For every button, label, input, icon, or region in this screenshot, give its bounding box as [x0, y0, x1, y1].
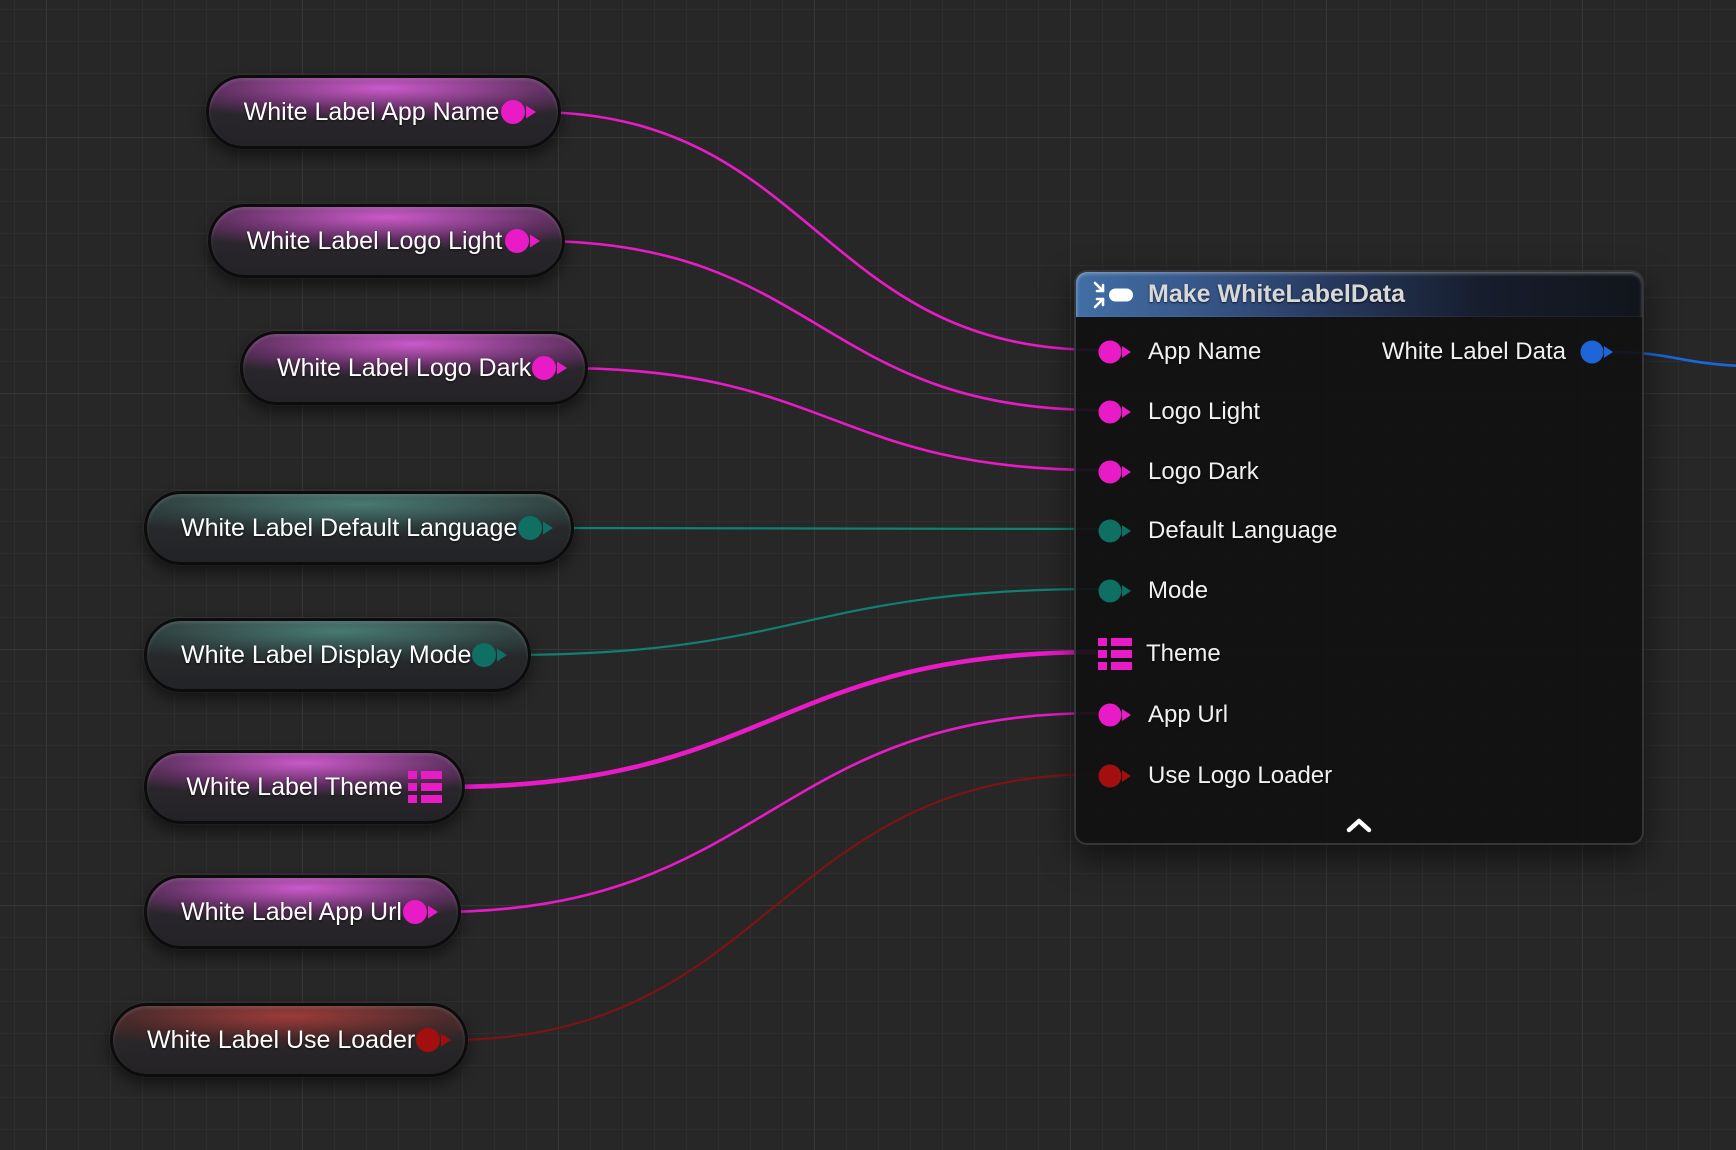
getter-node-white-label-logo-dark[interactable]: White Label Logo Dark — [240, 331, 588, 405]
string-input-pin[interactable] — [1098, 399, 1134, 425]
getter-node-white-label-app-url[interactable]: White Label App Url — [144, 875, 461, 949]
enum-output-pin[interactable] — [517, 515, 555, 541]
input-row-app-url: App Url — [1098, 701, 1228, 729]
wire-logo-light[interactable] — [537, 241, 1100, 410]
getter-label: White Label Display Mode — [181, 641, 471, 670]
make-struct-icon — [1092, 280, 1136, 310]
getter-node-white-label-app-name[interactable]: White Label App Name — [206, 75, 561, 149]
struct-output-pin[interactable] — [408, 771, 442, 803]
getter-label: White Label App Url — [181, 898, 402, 927]
string-input-pin[interactable] — [1098, 339, 1134, 365]
string-input-pin[interactable] — [1098, 702, 1134, 728]
input-row-mode: Mode — [1098, 577, 1208, 605]
getter-node-white-label-logo-light[interactable]: White Label Logo Light — [208, 204, 565, 278]
enum-output-pin[interactable] — [471, 642, 509, 668]
wire-app-url[interactable] — [436, 713, 1100, 912]
input-row-logo-dark: Logo Dark — [1098, 458, 1259, 486]
getter-label: White Label App Name — [243, 98, 500, 127]
blueprint-graph-canvas[interactable]: White Label App Name White Label Logo Li… — [0, 0, 1736, 1150]
input-row-app-name: App Name — [1098, 338, 1261, 366]
getter-label: White Label Use Loader — [147, 1026, 415, 1055]
output-row-white-label-data: White Label Data — [1382, 338, 1616, 366]
struct-input-pin[interactable] — [1098, 638, 1132, 670]
getter-label: White Label Logo Light — [245, 227, 504, 256]
collapse-node-button[interactable] — [1346, 818, 1372, 836]
wire-logo-dark[interactable] — [561, 368, 1100, 470]
input-row-use-logo-loader: Use Logo Loader — [1098, 762, 1332, 790]
enum-input-pin[interactable] — [1098, 518, 1134, 544]
getter-node-white-label-default-language[interactable]: White Label Default Language — [144, 491, 574, 565]
getter-node-white-label-theme[interactable]: White Label Theme — [144, 750, 465, 824]
chevron-up-icon — [1346, 818, 1372, 833]
make-whitelabeldata-node[interactable]: Make WhiteLabelData App Name Logo Light … — [1074, 270, 1644, 845]
wire-use-loader[interactable] — [448, 774, 1100, 1040]
input-row-logo-light: Logo Light — [1098, 398, 1260, 426]
wire-display-mode[interactable] — [505, 589, 1100, 655]
node-title: Make WhiteLabelData — [1148, 280, 1405, 309]
wire-app-name[interactable] — [533, 112, 1100, 350]
node-header[interactable]: Make WhiteLabelData — [1076, 272, 1642, 317]
bool-input-pin[interactable] — [1098, 763, 1134, 789]
bool-output-pin[interactable] — [415, 1027, 453, 1053]
string-output-pin[interactable] — [500, 99, 538, 125]
input-row-default-language: Default Language — [1098, 517, 1338, 545]
string-output-pin[interactable] — [531, 355, 569, 381]
string-output-pin[interactable] — [402, 899, 440, 925]
string-input-pin[interactable] — [1098, 459, 1134, 485]
getter-label: White Label Logo Dark — [277, 354, 531, 383]
input-row-theme: Theme — [1098, 638, 1221, 670]
getter-label: White Label Theme — [181, 773, 408, 802]
string-output-pin[interactable] — [504, 228, 542, 254]
getter-label: White Label Default Language — [181, 514, 517, 543]
getter-node-white-label-display-mode[interactable]: White Label Display Mode — [144, 618, 531, 692]
enum-input-pin[interactable] — [1098, 578, 1134, 604]
wire-default-language[interactable] — [549, 528, 1100, 529]
struct-output-pin-white-label-data[interactable] — [1580, 339, 1616, 365]
getter-node-white-label-use-loader[interactable]: White Label Use Loader — [110, 1003, 468, 1077]
